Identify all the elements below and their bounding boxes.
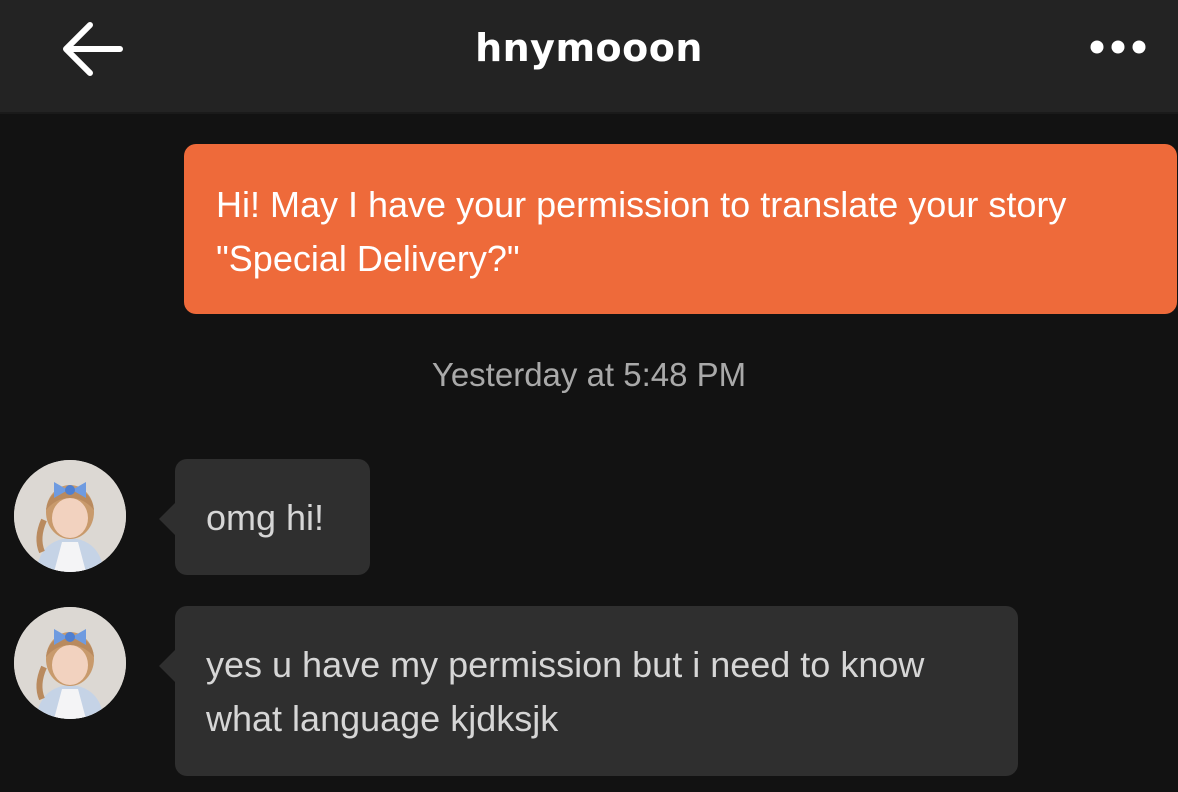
message-line: Hi! May I have your permission to transl…	[216, 184, 1067, 225]
conversation-title: hnymooon	[475, 26, 703, 70]
message-timestamp: Yesterday at 5:48 PM	[431, 356, 747, 393]
message-line: "Special Delivery?"	[216, 238, 520, 279]
chat-screen: hnymooon Hi! May I have your permission …	[0, 0, 1178, 792]
more-horizontal-icon	[1090, 40, 1146, 54]
message-line: yes u have my permission but i need to k…	[206, 644, 925, 685]
message-line: what language kjdksjk	[206, 698, 559, 739]
avatar[interactable]	[14, 607, 126, 719]
message-line: omg hi!	[206, 497, 325, 538]
avatar[interactable]	[14, 460, 126, 572]
incoming-message[interactable]: yes u have my permission but i need to k…	[159, 606, 1018, 776]
header-bar: hnymooon	[0, 0, 1178, 114]
incoming-message[interactable]: omg hi!	[159, 459, 370, 575]
more-options-button[interactable]	[1080, 24, 1156, 70]
outgoing-message[interactable]: Hi! May I have your permission to transl…	[184, 144, 1177, 314]
